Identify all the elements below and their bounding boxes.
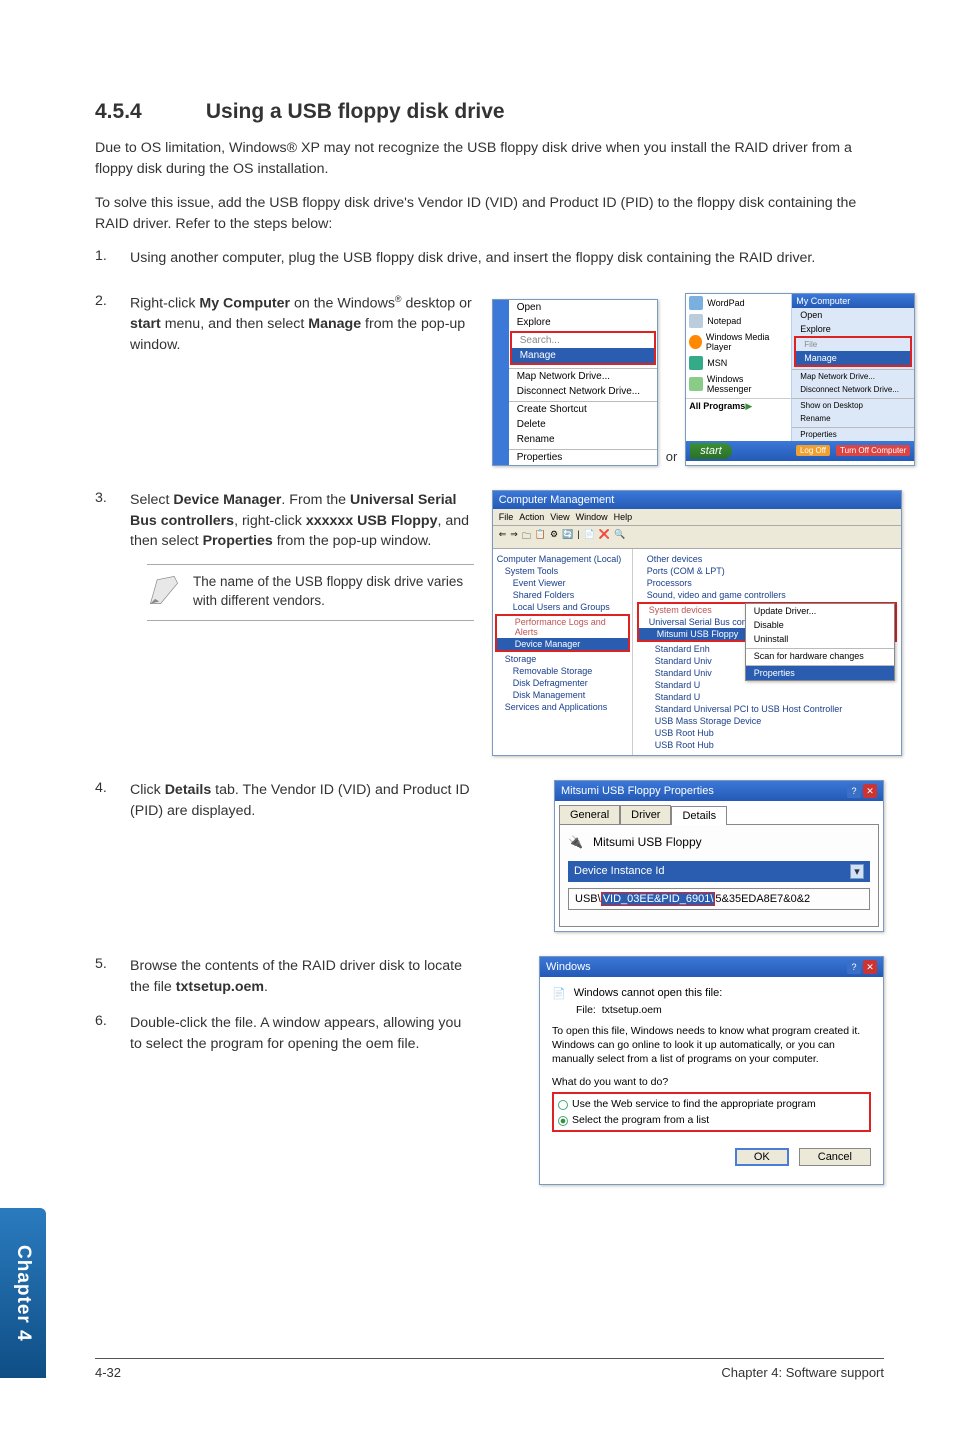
step-5-number: 5. xyxy=(95,956,130,997)
step-2-number: 2. xyxy=(95,293,130,356)
chapter-side-tab: Chapter 4 xyxy=(0,1208,46,1378)
mycomputer-context-menu: Open Explore Search... Manage Map Networ… xyxy=(492,299,658,466)
rmenu-disconnect[interactable]: Disconnect Network Drive... xyxy=(792,383,914,396)
help-icon[interactable]: ? xyxy=(847,784,861,798)
usb-device-icon: 🔌 xyxy=(568,835,583,849)
logoff-button[interactable]: Log Off xyxy=(796,445,830,456)
section-heading: 4.5.4 Using a USB floppy disk drive xyxy=(95,100,884,124)
step-4-number: 4. xyxy=(95,780,130,821)
menu-rename[interactable]: Rename xyxy=(509,432,657,447)
openwith-title: Windows xyxy=(546,961,591,973)
menu-manage[interactable]: Manage xyxy=(512,348,654,363)
step-1-text: Using another computer, plug the USB flo… xyxy=(130,248,884,269)
menu-disconnect-drive[interactable]: Disconnect Network Drive... xyxy=(509,384,657,399)
step-3-number: 3. xyxy=(95,490,130,552)
step-5-text: Browse the contents of the RAID driver d… xyxy=(130,956,474,997)
chapter-label: Chapter 4: Software support xyxy=(721,1365,884,1380)
submenu-properties[interactable]: Properties xyxy=(746,665,894,680)
open-with-dialog: Windows ?✕ 📄 Windows cannot open this fi… xyxy=(539,956,884,1186)
intro-para-2: To solve this issue, add the USB floppy … xyxy=(95,193,884,234)
radio-select-from-list[interactable]: Select the program from a list xyxy=(558,1112,865,1128)
start-menu-screenshot: WordPad Notepad Windows Media Player MSN… xyxy=(685,293,915,466)
device-instance-combo[interactable]: Device Instance Id ▾ xyxy=(568,861,870,882)
context-submenu: Update Driver... Disable Uninstall Scan … xyxy=(745,603,895,681)
heading-title: Using a USB floppy disk drive xyxy=(206,100,505,123)
rmenu-open[interactable]: Open xyxy=(792,308,914,322)
note-text: The name of the USB floppy disk drive va… xyxy=(193,573,474,611)
note-icon xyxy=(147,573,181,612)
radio-web-service[interactable]: Use the Web service to find the appropri… xyxy=(558,1096,865,1112)
tab-driver[interactable]: Driver xyxy=(620,805,671,824)
close-icon[interactable]: ✕ xyxy=(863,784,877,798)
rmenu-manage[interactable]: Manage xyxy=(796,351,910,365)
devmgr-menubar: File Action View Window Help xyxy=(493,509,901,526)
step-6-text: Double-click the file. A window appears,… xyxy=(130,1013,474,1054)
step-4-text: Click Details tab. The Vendor ID (VID) a… xyxy=(130,780,474,821)
openwith-prompt: What do you want to do? xyxy=(552,1076,871,1088)
start-button[interactable]: start xyxy=(690,443,731,459)
submenu-uninstall[interactable]: Uninstall xyxy=(746,632,894,646)
my-computer-title: My Computer xyxy=(792,294,914,308)
intro-para-1: Due to OS limitation, Windows® XP may no… xyxy=(95,138,884,179)
submenu-disable[interactable]: Disable xyxy=(746,618,894,632)
ok-button[interactable]: OK xyxy=(735,1148,789,1166)
propdlg-title: Mitsumi USB Floppy Properties xyxy=(561,785,714,797)
turnoff-button[interactable]: Turn Off Computer xyxy=(836,445,910,456)
chevron-down-icon[interactable]: ▾ xyxy=(850,864,864,879)
menu-map-drive[interactable]: Map Network Drive... xyxy=(509,368,657,384)
cancel-button[interactable]: Cancel xyxy=(799,1148,871,1166)
device-manager-window: Computer Management File Action View Win… xyxy=(492,490,902,756)
rmenu-explore[interactable]: Explore xyxy=(792,322,914,336)
note-block: The name of the USB floppy disk drive va… xyxy=(147,564,474,621)
menu-delete[interactable]: Delete xyxy=(509,417,657,432)
openwith-info: To open this file, Windows needs to know… xyxy=(552,1024,871,1067)
step-6-number: 6. xyxy=(95,1013,130,1054)
rmenu-show-desktop[interactable]: Show on Desktop xyxy=(792,398,914,412)
submenu-update[interactable]: Update Driver... xyxy=(746,604,894,618)
device-name: Mitsumi USB Floppy xyxy=(593,835,702,849)
properties-dialog: Mitsumi USB Floppy Properties ?✕ General… xyxy=(554,780,884,932)
menu-create-shortcut[interactable]: Create Shortcut xyxy=(509,401,657,417)
step-1-number: 1. xyxy=(95,248,130,269)
tab-details[interactable]: Details xyxy=(671,806,727,825)
step-2-text: Right-click My Computer on the Windows® … xyxy=(130,293,474,356)
menu-explore[interactable]: Explore xyxy=(509,315,657,330)
tab-general[interactable]: General xyxy=(559,805,620,824)
or-label: or xyxy=(666,449,678,464)
devmgr-title: Computer Management xyxy=(499,494,615,506)
menu-properties[interactable]: Properties xyxy=(509,449,657,465)
menu-open[interactable]: Open xyxy=(509,300,657,315)
page-number: 4-32 xyxy=(95,1365,121,1380)
rmenu-properties[interactable]: Properties xyxy=(792,427,914,441)
file-icon: 📄 xyxy=(552,987,566,1000)
page-footer: 4-32 Chapter 4: Software support xyxy=(95,1358,884,1380)
heading-number: 4.5.4 xyxy=(95,100,200,124)
step-3-text: Select Device Manager. From the Universa… xyxy=(130,490,474,552)
help-icon[interactable]: ? xyxy=(847,960,861,974)
submenu-scan[interactable]: Scan for hardware changes xyxy=(746,648,894,663)
menu-search[interactable]: Search... xyxy=(512,333,654,348)
rmenu-rename[interactable]: Rename xyxy=(792,412,914,425)
device-instance-value: USB\VID_03EE&PID_6901\5&35EDA8E7&0&2 xyxy=(568,888,870,910)
close-icon[interactable]: ✕ xyxy=(863,960,877,974)
device-manager-node[interactable]: Device Manager xyxy=(497,638,628,650)
rmenu-map[interactable]: Map Network Drive... xyxy=(792,369,914,383)
